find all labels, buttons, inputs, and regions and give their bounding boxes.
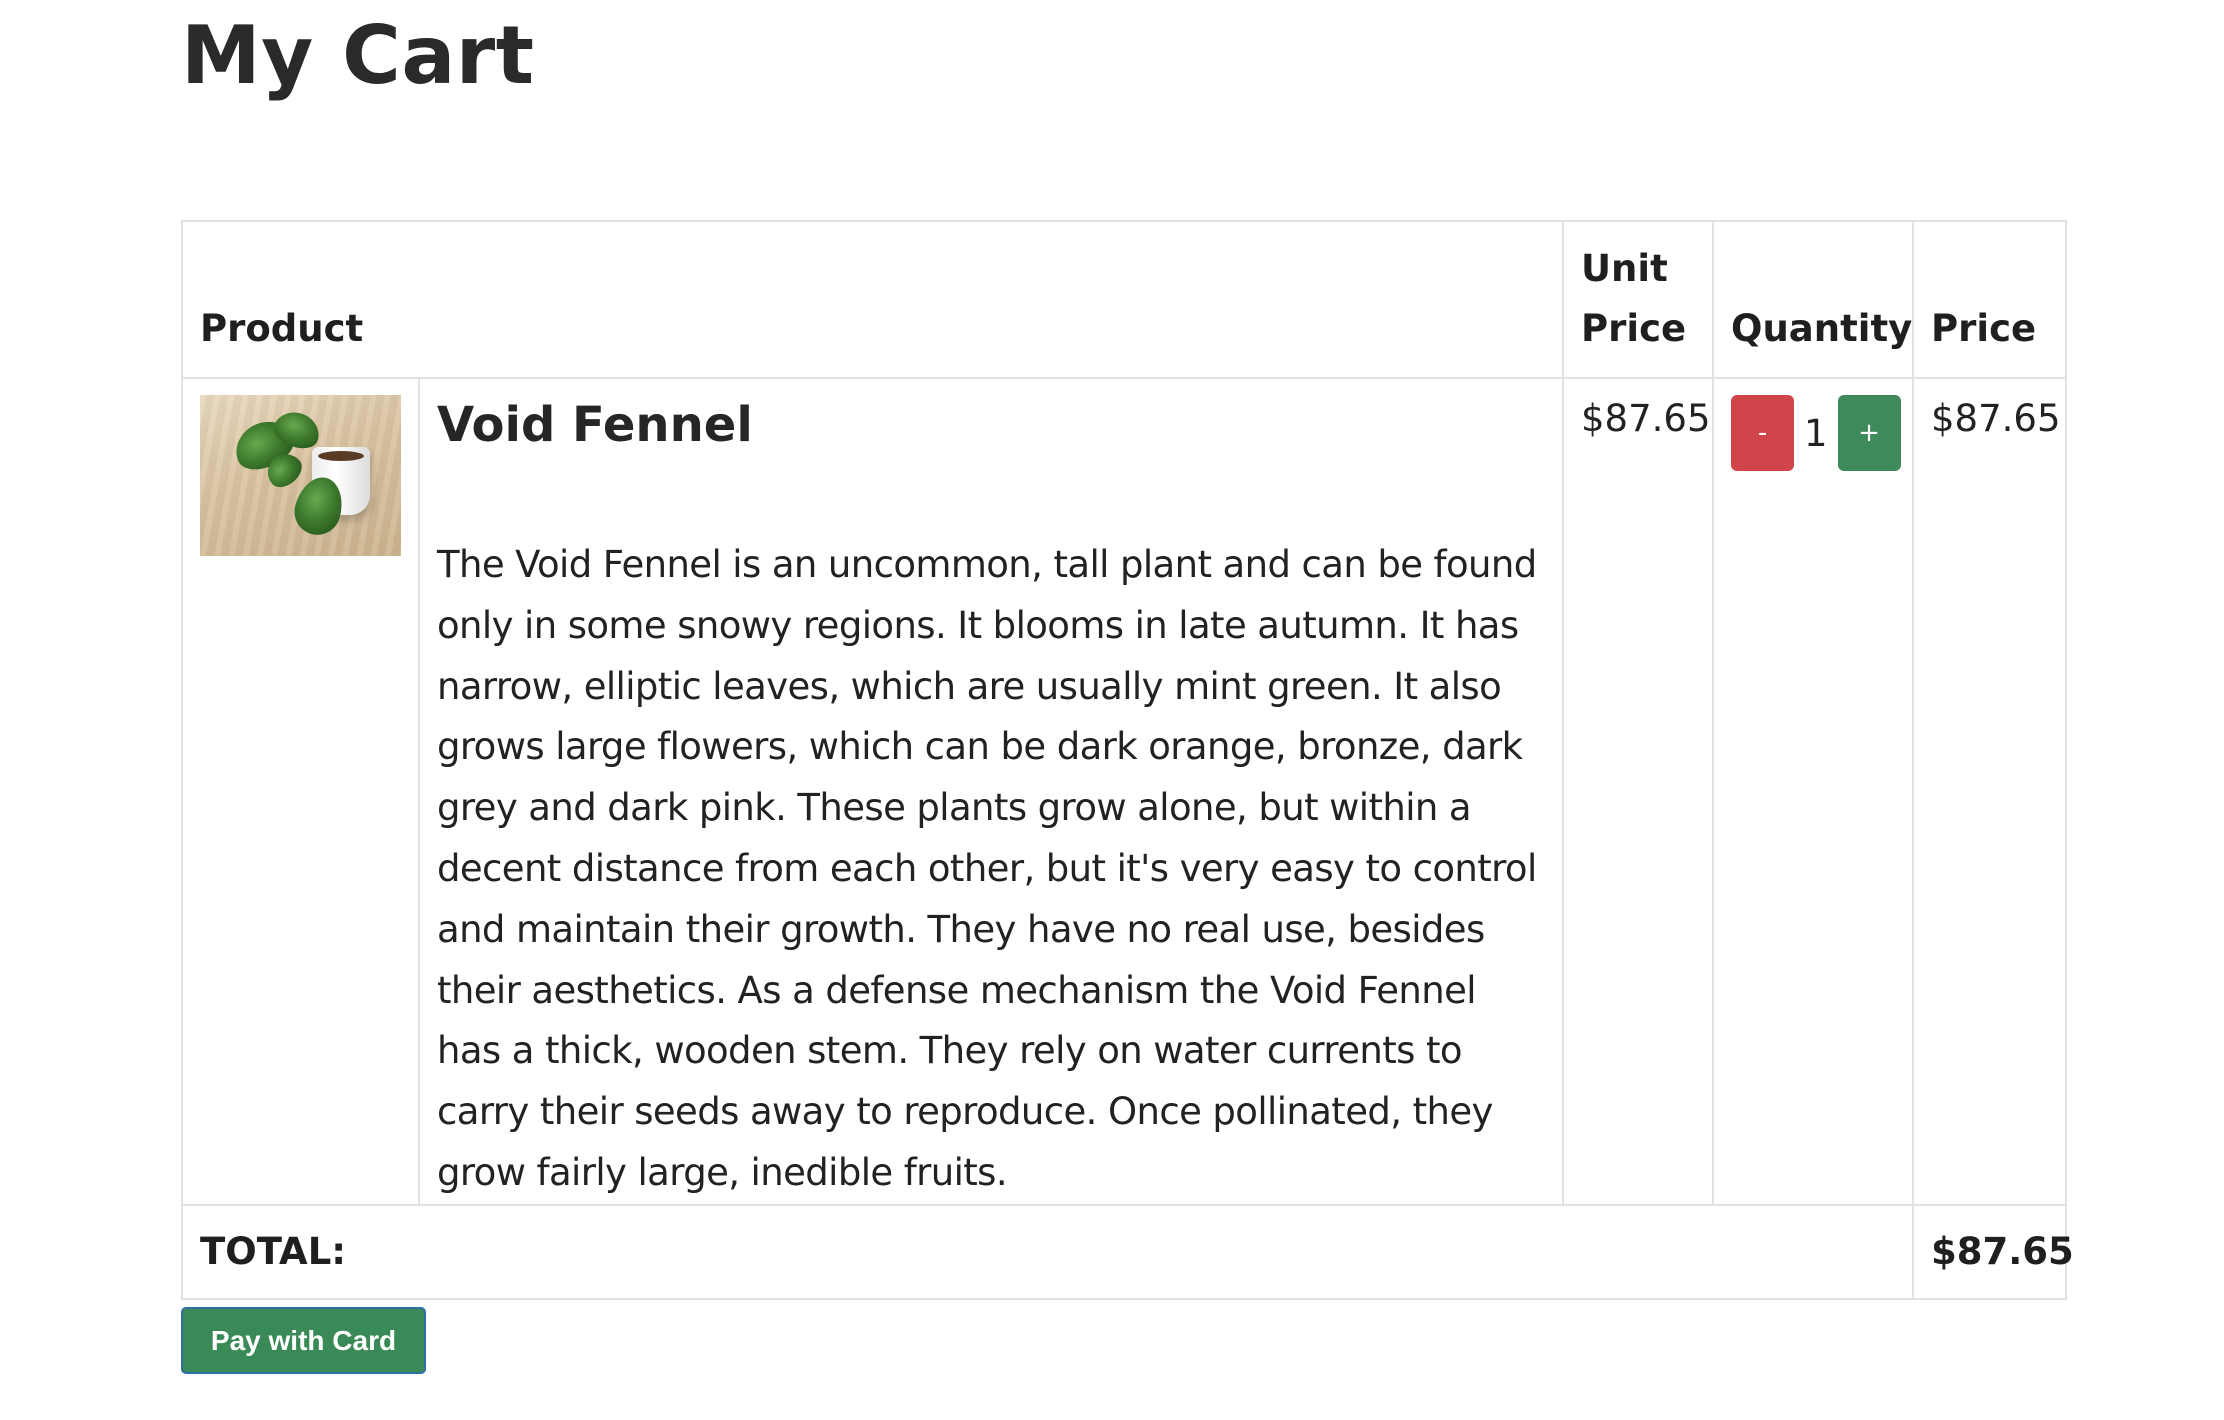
total-row: TOTAL: $87.65 xyxy=(180,1203,2074,1300)
header-unit-price-label: Unit Price xyxy=(1581,247,1687,350)
product-image-cell xyxy=(181,377,420,1206)
quantity-cell: - 1 + xyxy=(1712,377,1915,1206)
page-title: My Cart xyxy=(181,9,535,102)
header-quantity: Quantity xyxy=(1712,220,1915,379)
table-header-row: Product Unit Price Quantity Price xyxy=(180,220,2068,379)
total-label: TOTAL: xyxy=(180,1203,1915,1300)
quantity-stepper: - 1 + xyxy=(1731,395,1902,471)
table-row: Void Fennel The Void Fennel is an uncomm… xyxy=(181,377,2068,1206)
line-price: $87.65 xyxy=(1912,377,2068,1206)
header-price: Price xyxy=(1912,220,2068,379)
product-name: Void Fennel xyxy=(437,397,753,453)
header-unit-price: Unit Price xyxy=(1562,220,1715,379)
product-description: The Void Fennel is an uncommon, tall pla… xyxy=(437,543,1537,1194)
quantity-value: 1 xyxy=(1804,411,1828,455)
cart-table: Product Unit Price Quantity Price Void F… xyxy=(180,220,2074,1300)
product-image xyxy=(200,395,401,556)
total-value: $87.65 xyxy=(1912,1203,2074,1300)
product-info-cell: Void Fennel The Void Fennel is an uncomm… xyxy=(417,377,1565,1206)
header-product: Product xyxy=(180,220,1565,379)
decrement-button[interactable]: - xyxy=(1731,395,1795,471)
increment-button[interactable]: + xyxy=(1837,395,1901,471)
unit-price: $87.65 xyxy=(1562,377,1715,1206)
pay-with-card-button[interactable]: Pay with Card xyxy=(181,1307,426,1374)
